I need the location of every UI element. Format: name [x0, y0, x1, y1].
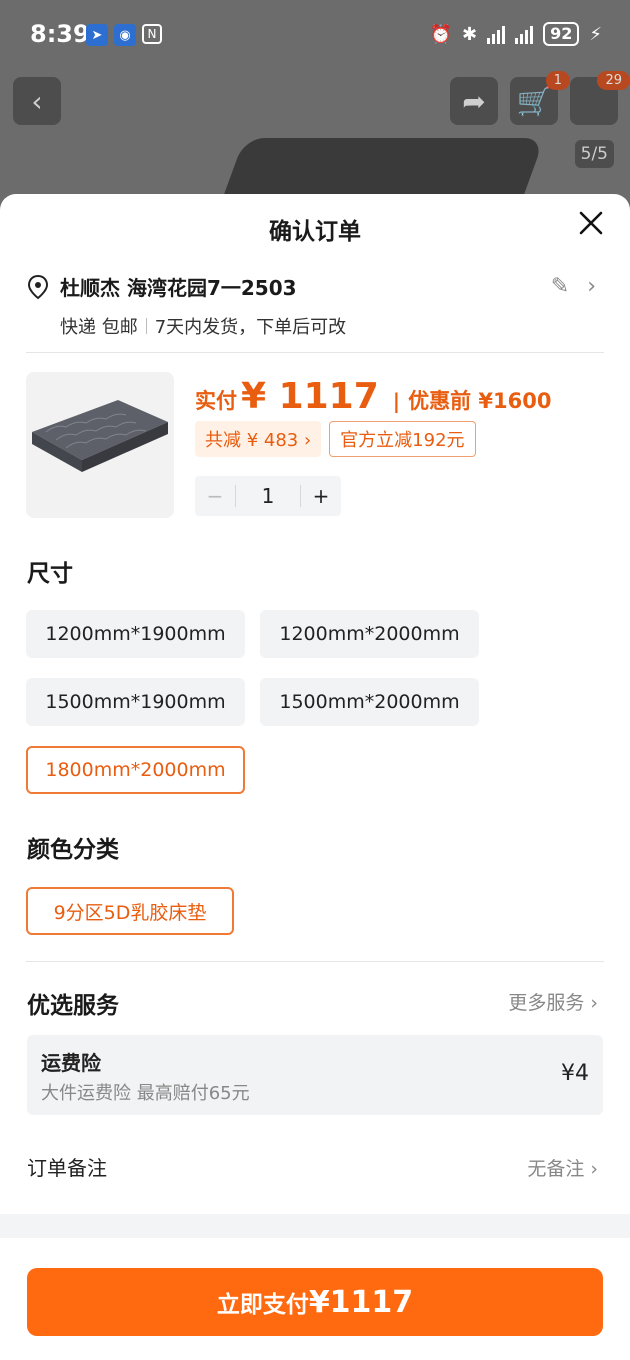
chevron-right-icon: › — [587, 274, 596, 299]
section-separator — [0, 1214, 630, 1238]
image-page-indicator: 5/5 — [574, 140, 614, 168]
location-pin-icon — [27, 274, 49, 299]
increase-quantity-button[interactable]: + — [301, 484, 341, 508]
sheet-title: 确认订单 — [269, 219, 361, 245]
close-icon[interactable] — [576, 208, 606, 238]
pay-button-price: ¥1117 — [308, 1284, 414, 1320]
price-before-discount: 优惠前 ¥1600 — [408, 389, 552, 413]
size-option[interactable]: 1200mm*2000mm — [260, 610, 479, 658]
more-services-link[interactable]: 更多服务 › — [508, 988, 598, 1015]
size-option-selected[interactable]: 1800mm*2000mm — [26, 746, 245, 794]
signal-icon-2 — [515, 24, 534, 44]
price-line: 实付 ¥ 1117 | 优惠前 ¥1600 — [195, 376, 552, 417]
mattress-image — [32, 400, 168, 472]
confirm-order-sheet: 确认订单 杜顺杰 海湾花园7一2503 快递 包邮 7天内发货，下单后可改 ✎ … — [0, 194, 630, 1360]
service-name: 运费险 — [41, 1051, 101, 1075]
order-remark-label: 订单备注 — [27, 1156, 107, 1180]
edit-icon[interactable]: ✎ — [551, 274, 569, 299]
status-time: 8:39 — [30, 20, 90, 48]
back-button[interactable]: ‹ — [13, 77, 61, 125]
color-section-title: 颜色分类 — [27, 837, 119, 863]
message-badge: 29 — [597, 71, 630, 90]
color-option-selected[interactable]: 9分区5D乳胶床垫 — [26, 887, 234, 935]
cart-badge: 1 — [545, 71, 570, 90]
paid-label: 实付 — [195, 389, 237, 413]
size-section-title: 尺寸 — [27, 561, 73, 587]
cart-button[interactable]: 🛒 1 — [510, 71, 570, 125]
nfc-icon: N — [142, 24, 162, 44]
address-text: 杜顺杰 海湾花园7一2503 — [60, 276, 297, 300]
divider — [26, 352, 604, 353]
quantity-stepper: − 1 + — [195, 476, 341, 516]
charging-icon: ⚡ — [589, 23, 602, 45]
address-row[interactable]: 杜顺杰 海湾花园7一2503 快递 包邮 7天内发货，下单后可改 ✎ › — [26, 272, 604, 339]
decrease-quantity-button[interactable]: − — [195, 484, 235, 508]
signal-icon — [487, 24, 506, 44]
official-discount-chip: 官方立减192元 — [329, 421, 476, 457]
bluetooth-icon: ✱ — [462, 23, 478, 45]
order-remark-value[interactable]: 无备注 › — [527, 1154, 598, 1181]
battery-level: 92 — [543, 22, 580, 46]
total-discount-chip[interactable]: 共减 ¥ 483 › — [195, 421, 322, 457]
size-option[interactable]: 1500mm*2000mm — [260, 678, 479, 726]
shipping-method: 快递 包邮 — [60, 317, 138, 338]
dispatch-info: 7天内发货，下单后可改 — [154, 317, 347, 338]
services-section-title: 优选服务 — [27, 993, 119, 1019]
paid-price: ¥ 1117 — [241, 376, 379, 417]
size-option[interactable]: 1200mm*1900mm — [26, 610, 245, 658]
alarm-icon: ⏰ — [429, 23, 452, 45]
pay-button-label: 立即支付 — [216, 1292, 309, 1318]
divider — [26, 961, 604, 962]
service-description: 大件运费险 最高赔付65元 — [41, 1083, 250, 1104]
divider — [145, 318, 147, 334]
status-bar: 8:39 ➤ ◉ N ⏰ ✱ 92 ⚡ — [0, 0, 630, 70]
message-button[interactable]: 29 — [570, 71, 630, 125]
size-option[interactable]: 1500mm*1900mm — [26, 678, 245, 726]
share-button[interactable]: ➦ — [450, 77, 498, 125]
quantity-value[interactable]: 1 — [235, 485, 301, 507]
watermark: 宁海在线 — [538, 1124, 610, 1145]
product-thumbnail — [26, 372, 174, 518]
app-notification-icon: ➤ — [86, 24, 108, 46]
pay-now-button[interactable]: 立即支付 ¥1117 — [27, 1268, 603, 1336]
wifi-app-icon: ◉ — [114, 24, 136, 46]
shipping-insurance-service[interactable]: 运费险 大件运费险 最高赔付65元 ¥4 — [27, 1035, 603, 1115]
cart-icon: 🛒 — [516, 84, 552, 118]
service-price: ¥4 — [561, 1061, 589, 1086]
